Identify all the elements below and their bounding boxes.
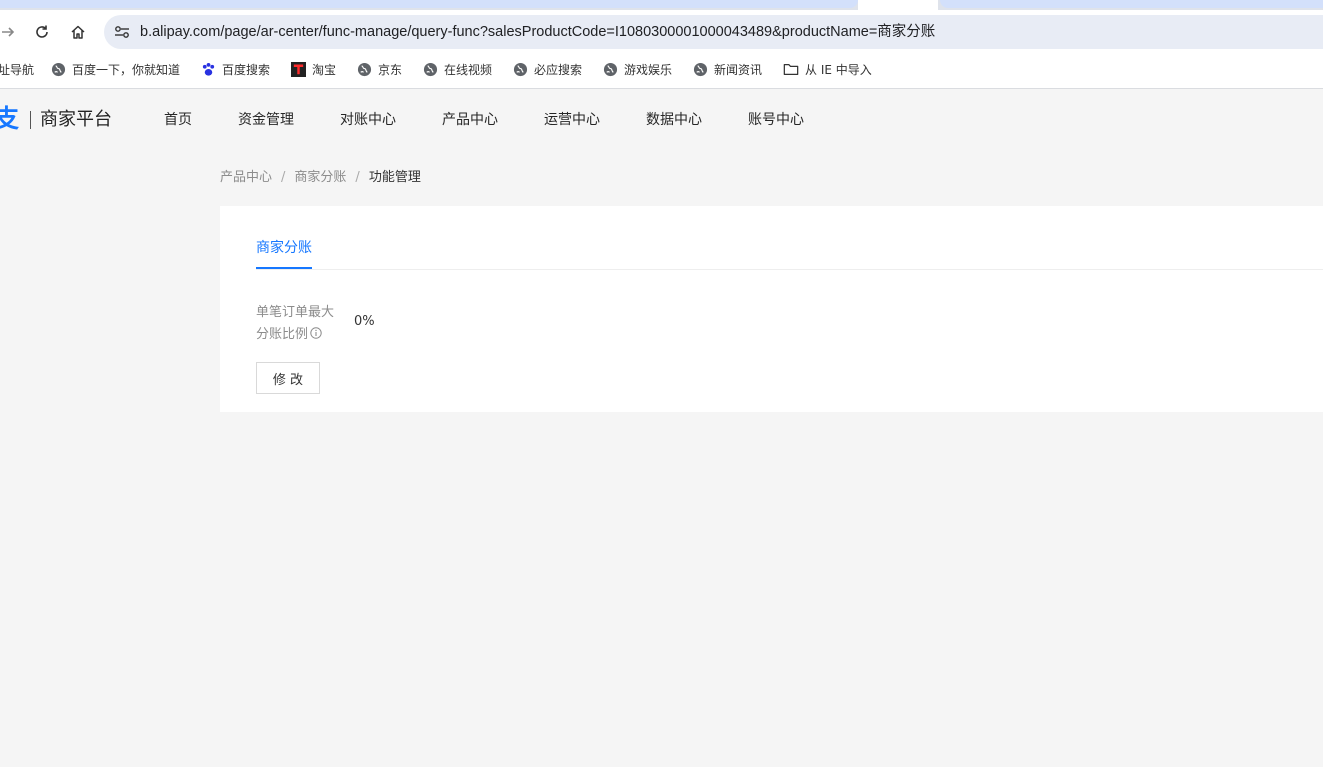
url-text[interactable]: b.alipay.com/page/ar-center/func-manage/… xyxy=(140,15,935,49)
browser-tab-active[interactable] xyxy=(858,0,938,10)
info-icon[interactable] xyxy=(310,327,322,339)
bookmark-video[interactable]: 在线视频 xyxy=(422,54,492,85)
bookmark-baidu[interactable]: 百度一下，你就知道 xyxy=(50,54,180,85)
nav-item-account[interactable]: 账号中心 xyxy=(748,110,804,130)
bookmark-bing[interactable]: 必应搜索 xyxy=(512,54,582,85)
bookmark-folder-ie[interactable]: 从 IE 中导入 xyxy=(783,54,872,85)
home-button[interactable] xyxy=(66,20,90,44)
address-bar[interactable]: b.alipay.com/page/ar-center/func-manage/… xyxy=(104,15,1323,49)
arrow-right-icon xyxy=(2,27,15,37)
content-card: 商家分账 单笔订单最大 分账比例 0% 修 改 xyxy=(220,206,1323,412)
taobao-icon xyxy=(290,62,306,78)
max-split-ratio-label: 单笔订单最大 分账比例 xyxy=(256,302,346,346)
breadcrumb-current: 功能管理 xyxy=(368,170,421,185)
browser-tab[interactable] xyxy=(0,0,858,8)
nav-item-operations[interactable]: 运营中心 xyxy=(544,110,600,130)
globe-icon xyxy=(692,62,708,78)
bookmark-baidu-search[interactable]: 百度搜索 xyxy=(200,54,270,85)
top-navigation: 支 商家平台 首页 资金管理 对账中心 产品中心 运营中心 数据中心 账号中心 xyxy=(0,90,1323,150)
site-settings-icon[interactable] xyxy=(112,22,132,42)
alipay-logo[interactable]: 支 xyxy=(0,104,19,134)
logo-divider xyxy=(30,111,31,129)
bookmark-label: 从 IE 中导入 xyxy=(805,63,872,77)
globe-icon xyxy=(356,62,372,78)
max-split-ratio-value: 0% xyxy=(354,314,375,329)
folder-icon xyxy=(783,62,799,78)
bookmark-news[interactable]: 新闻资讯 xyxy=(692,54,762,85)
reload-icon xyxy=(36,25,48,38)
globe-icon xyxy=(512,62,528,78)
nav-item-products[interactable]: 产品中心 xyxy=(442,110,498,130)
nav-item-reconciliation[interactable]: 对账中心 xyxy=(340,110,396,130)
reload-button[interactable] xyxy=(30,20,54,44)
forward-button[interactable] xyxy=(0,20,20,44)
breadcrumb-merchant-split[interactable]: 商家分账 xyxy=(294,170,346,185)
breadcrumb-separator: / xyxy=(281,170,286,185)
page: 支 商家平台 首页 资金管理 对账中心 产品中心 运营中心 数据中心 账号中心 … xyxy=(0,90,1323,767)
bookmark-taobao[interactable]: 淘宝 xyxy=(290,54,336,85)
label-line: 单笔订单最大 xyxy=(256,305,335,320)
home-icon xyxy=(71,25,85,39)
edit-button[interactable]: 修 改 xyxy=(256,362,320,394)
nav-item-funds[interactable]: 资金管理 xyxy=(238,110,294,130)
bookmark-label: 在线视频 xyxy=(444,63,493,77)
bookmark-label: 游戏娱乐 xyxy=(624,63,673,77)
nav-item-home[interactable]: 首页 xyxy=(164,110,192,130)
bookmark-label: 必应搜索 xyxy=(534,63,583,77)
tab-divider xyxy=(256,269,1323,270)
nav-item-data[interactable]: 数据中心 xyxy=(646,110,702,130)
bookmark-jd[interactable]: 京东 xyxy=(356,54,402,85)
globe-icon xyxy=(50,62,66,78)
browser-toolbar: b.alipay.com/page/ar-center/func-manage/… xyxy=(0,10,1323,54)
bookmark-nav[interactable]: 址导航 xyxy=(0,54,34,85)
browser-tab-strip xyxy=(0,0,1323,10)
breadcrumb: 产品中心 / 商家分账 / 功能管理 xyxy=(220,169,421,187)
browser-tab[interactable] xyxy=(940,0,1323,8)
tab-merchant-split[interactable]: 商家分账 xyxy=(256,238,312,258)
bookmarks-bar: 址导航 百度一下，你就知道 百度搜索 淘宝 京东 在线视频 必应搜索 游戏娱乐 … xyxy=(0,54,1323,89)
bookmark-label: 百度搜索 xyxy=(222,63,271,77)
breadcrumb-product-center[interactable]: 产品中心 xyxy=(220,170,272,185)
globe-icon xyxy=(422,62,438,78)
baidu-paw-icon xyxy=(200,62,216,78)
bookmark-label: 百度一下，你就知道 xyxy=(72,63,181,77)
breadcrumb-separator: / xyxy=(355,170,360,185)
bookmark-label: 址导航 xyxy=(0,63,35,77)
bookmark-label: 京东 xyxy=(378,63,403,77)
label-line: 分账比例 xyxy=(256,327,309,342)
bookmark-label: 淘宝 xyxy=(312,63,337,77)
platform-title[interactable]: 商家平台 xyxy=(40,106,112,134)
globe-icon xyxy=(602,62,618,78)
bookmark-games[interactable]: 游戏娱乐 xyxy=(602,54,672,85)
bookmark-label: 新闻资讯 xyxy=(714,63,763,77)
